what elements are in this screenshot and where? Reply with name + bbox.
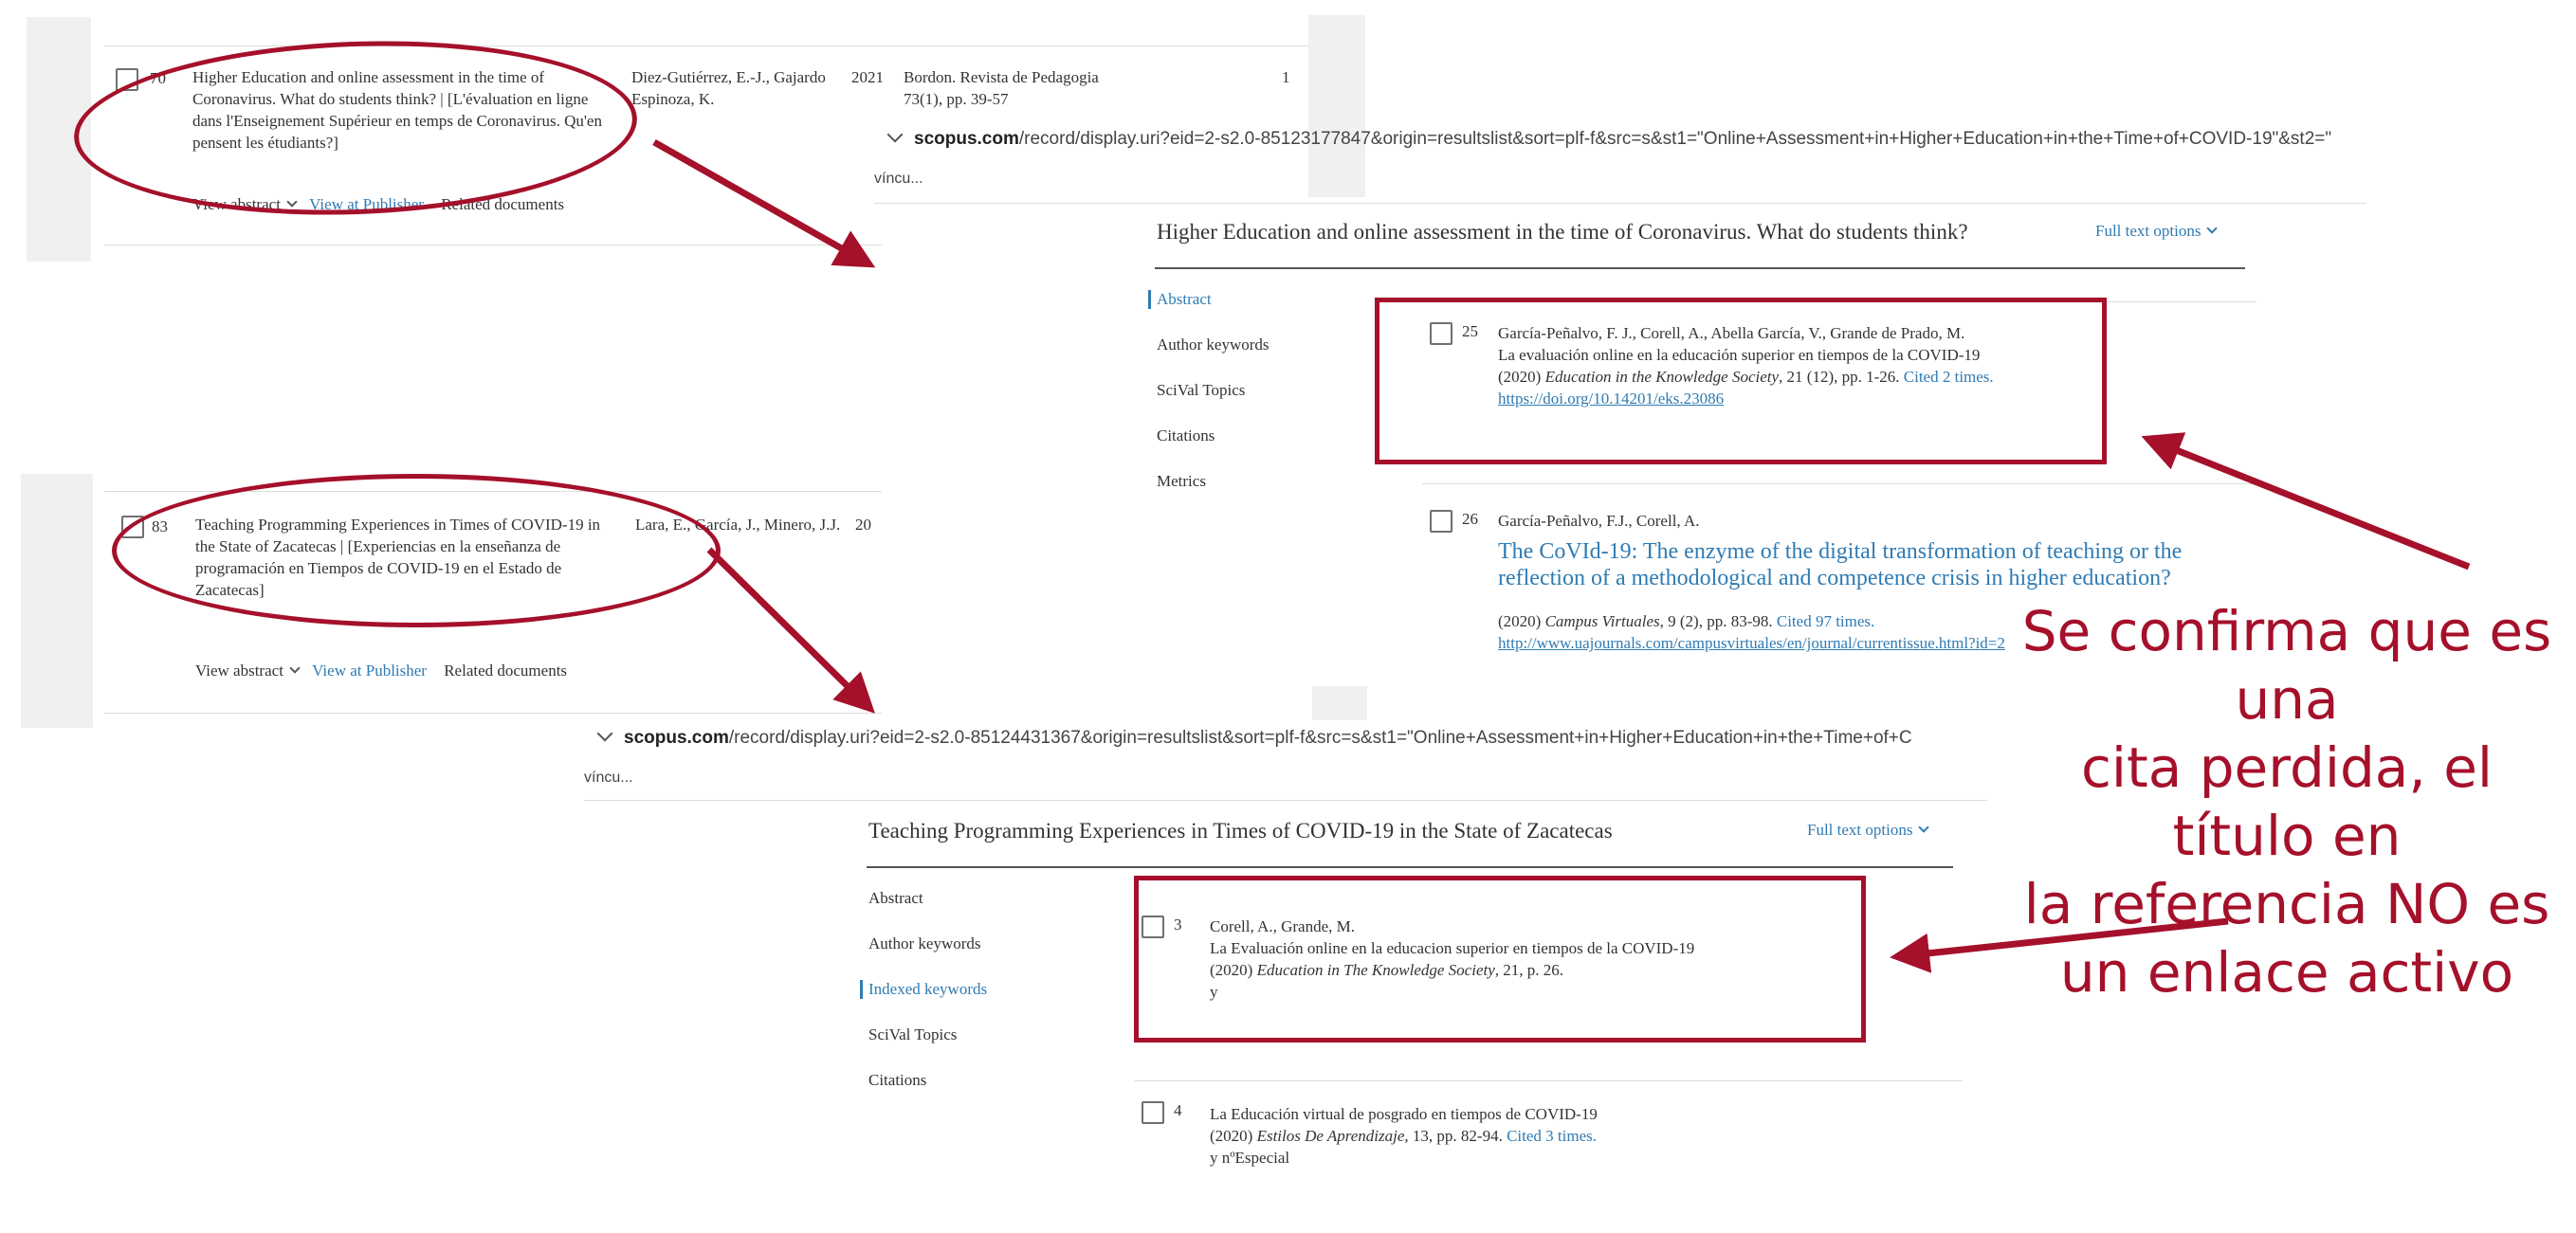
record1-url-divider (874, 203, 2366, 204)
row83-view-abstract[interactable]: View abstract (195, 662, 283, 680)
record2-nav-citations[interactable]: Citations (868, 1071, 926, 1090)
highlight-ellipse-row83 (112, 474, 721, 627)
annotation-line-4: un enlace activo (2059, 940, 2514, 1005)
record1-full-text-options[interactable]: Full text options (2095, 222, 2221, 241)
record2-url-divider (584, 800, 1987, 801)
record1-nav-abstract[interactable]: Abstract (1148, 290, 1212, 309)
left-panel-bg-bottom (21, 474, 93, 728)
record2-tab-fragment[interactable]: víncu... (584, 770, 633, 787)
record2-nav-scival-topics[interactable]: SciVal Topics (868, 1025, 957, 1044)
ref4-cited-link[interactable]: Cited 3 times. (1507, 1127, 1597, 1145)
ref25-bottom-divider (1422, 483, 2256, 484)
ref26-checkbox[interactable] (1430, 510, 1452, 533)
record2-full-text-options[interactable]: Full text options (1807, 821, 1933, 840)
ref26-detail: , 9 (2), pp. 83-98. (1659, 612, 1773, 630)
record2-title-underline (867, 866, 1953, 868)
chevron-down-icon (2206, 223, 2219, 234)
chevron-down-icon (886, 129, 904, 143)
ref4-year: (2020) (1210, 1127, 1253, 1145)
row70-authors[interactable]: Diez-Gutiérrez, E.-J., Gajardo Espinoza,… (631, 66, 859, 110)
record1-full-text-options-label: Full text options (2095, 222, 2201, 240)
record1-nav-metrics[interactable]: Metrics (1157, 472, 1206, 491)
ref4-title: La Educación virtual de posgrado en tiem… (1210, 1105, 1598, 1123)
ref4-journal: Estilos De Aprendizaje (1256, 1127, 1405, 1145)
ref26-title-link[interactable]: The CoVId-19: The enzyme of the digital … (1498, 538, 2238, 591)
row83-bottom-divider (104, 713, 882, 714)
record2-nav-abstract[interactable]: Abstract (868, 889, 923, 908)
ref26-cited-link[interactable]: Cited 97 times. (1777, 612, 1874, 630)
record1-title-underline (1155, 267, 2245, 269)
ref4-content: La Educación virtual de posgrado en tiem… (1210, 1103, 1817, 1169)
record2-url-path: /record/display.uri?eid=2-s2.0-851244313… (728, 728, 1912, 748)
row70-source-detail: 73(1), pp. 39-57 (904, 90, 1009, 108)
record1-url-path: /record/display.uri?eid=2-s2.0-851231778… (1018, 129, 2332, 149)
row70-source[interactable]: Bordon. Revista de Pedagogia (904, 66, 1099, 88)
ref26-journal: Campus Virtuales (1544, 612, 1660, 630)
annotation-line-1: Se confirma que es una (2021, 599, 2552, 732)
annotation-text: Se confirma que es una cita perdida, el … (2002, 597, 2571, 1006)
record2-url-bar[interactable]: scopus.com/record/display.uri?eid=2-s2.0… (594, 728, 1989, 749)
ref4-checkbox[interactable] (1142, 1101, 1164, 1124)
record2-url-domain: scopus.com (624, 728, 729, 748)
record1-nav-citations[interactable]: Citations (1157, 426, 1215, 445)
record1-url-bar[interactable]: scopus.com/record/display.uri?eid=2-s2.0… (884, 129, 2405, 150)
record2-nav-indexed-keywords[interactable]: Indexed keywords (860, 980, 987, 999)
ref4-detail: , 13, pp. 82-94. (1404, 1127, 1503, 1145)
record2-page-title: Teaching Programming Experiences in Time… (868, 819, 1613, 843)
annotation-line-2: cita perdida, el título en (2080, 735, 2493, 868)
record1-url-domain: scopus.com (914, 129, 1019, 149)
ref26-year: (2020) (1498, 612, 1542, 630)
row70-year: 2021 (851, 68, 884, 86)
record1-nav-scival-topics[interactable]: SciVal Topics (1157, 381, 1245, 400)
record2-nav-author-keywords[interactable]: Author keywords (868, 934, 981, 953)
highlight-box-ref25 (1375, 298, 2107, 464)
ref3-bottom-divider (1134, 1080, 1963, 1081)
arrow-row70-to-record1 (652, 138, 876, 268)
right-panel-bg-top (1308, 15, 1365, 197)
row83-year: 20 (855, 516, 871, 534)
highlight-box-ref3 (1134, 876, 1866, 1043)
right-panel-bg-mid (1312, 686, 1367, 720)
ref26-authors: García-Peñalvo, F.J., Corell, A. (1498, 512, 1700, 530)
ref4-number: 4 (1174, 1101, 1182, 1119)
record1-nav-author-keywords[interactable]: Author keywords (1157, 335, 1270, 354)
record1-page-title: Higher Education and online assessment i… (1157, 220, 1968, 244)
record2-full-text-options-label: Full text options (1807, 821, 1913, 839)
arrow-row83-to-record2 (706, 547, 875, 714)
chevron-down-icon (1918, 822, 1930, 833)
ref26-number: 26 (1462, 510, 1478, 528)
row83-actions: View abstract View at Publisher Related … (195, 660, 567, 681)
annotation-line-3: la referencia NO es (2023, 872, 2550, 936)
chevron-down-icon (289, 662, 301, 674)
record1-tab-fragment[interactable]: víncu... (874, 171, 923, 188)
row83-view-at-publisher[interactable]: View at Publisher (312, 662, 427, 680)
row83-related-documents[interactable]: Related documents (444, 662, 567, 680)
ref4-source: (2020) Estilos De Aprendizaje, 13, pp. 8… (1210, 1125, 1817, 1147)
row70-cited-count[interactable]: 1 (1282, 66, 1290, 88)
ref4-extra: y nºEspecial (1210, 1149, 1290, 1167)
chevron-down-icon (596, 728, 613, 742)
